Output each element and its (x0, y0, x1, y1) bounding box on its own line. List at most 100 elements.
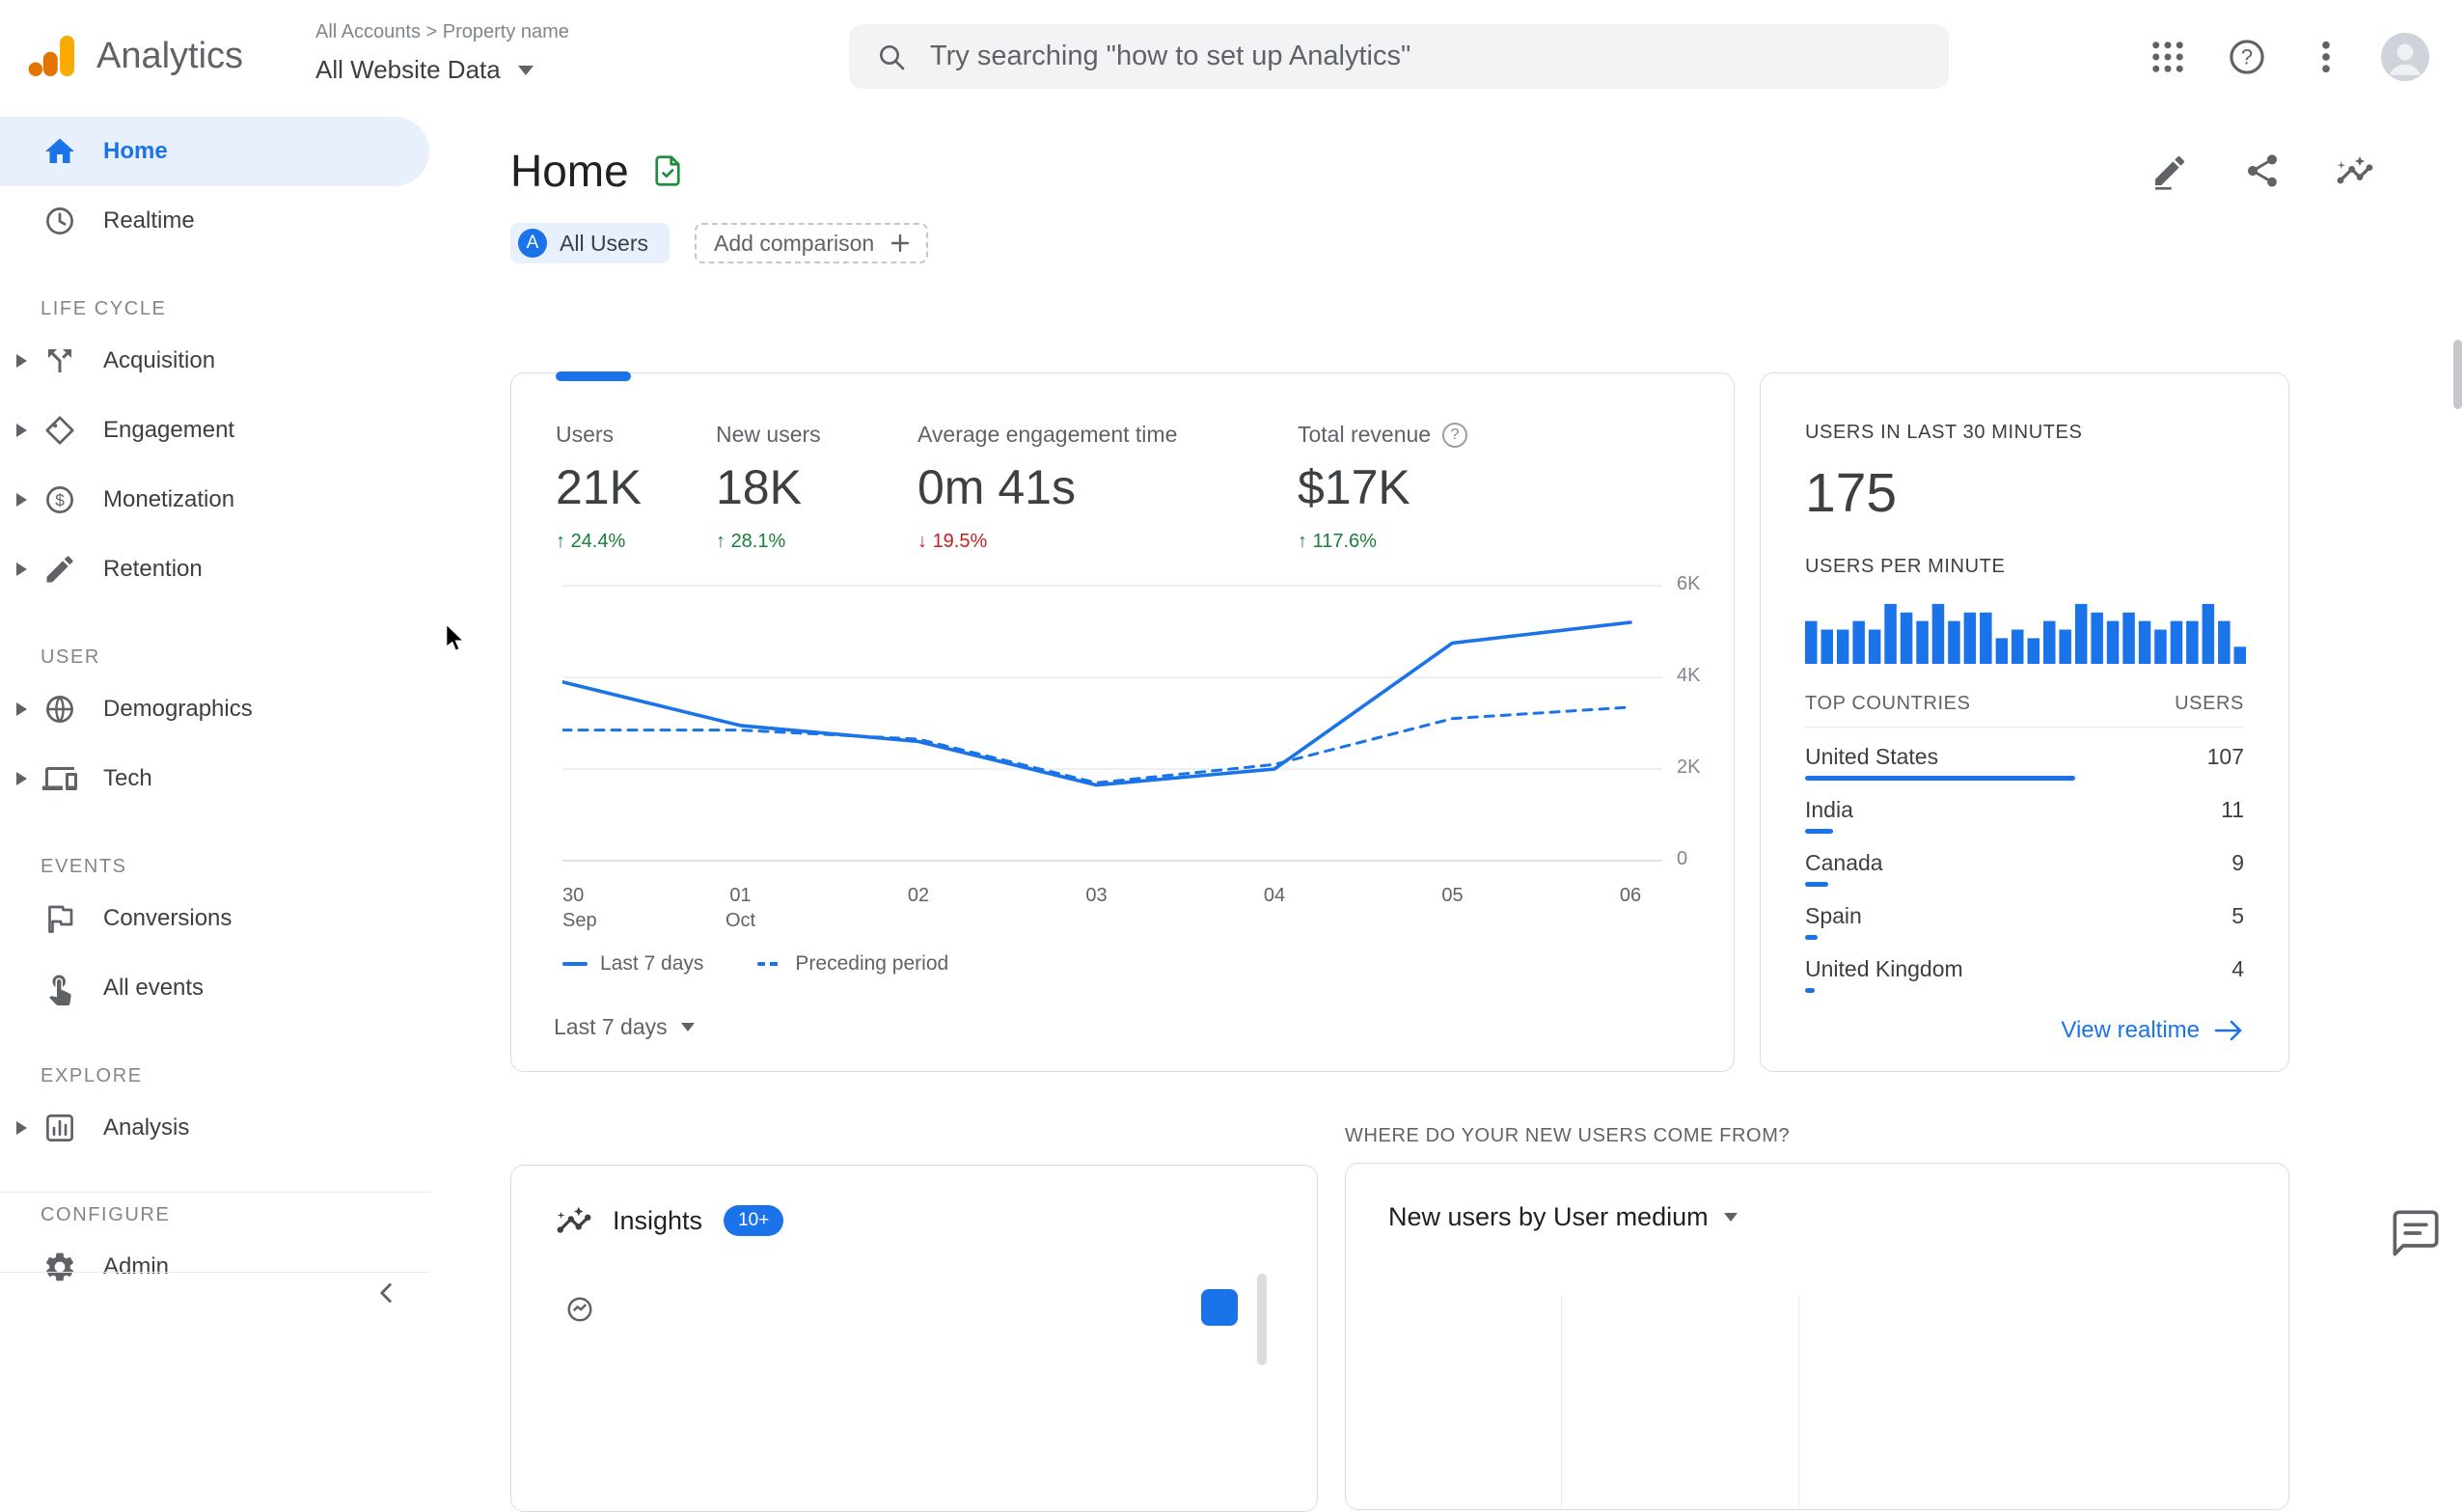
audience-chip[interactable]: A All Users (510, 223, 671, 263)
sidebar-item-retention[interactable]: Retention (0, 535, 429, 604)
sidebar-item-conversions[interactable]: Conversions (0, 884, 429, 953)
sidebar-item-home[interactable]: Home (0, 117, 429, 186)
sidebar-item-monetization[interactable]: $ Monetization (0, 465, 429, 535)
legend-item: Preceding period (757, 952, 948, 976)
country-bar (1805, 882, 1828, 887)
sidebar-item-label: Acquisition (103, 347, 216, 373)
sidebar-item-tech[interactable]: Tech (0, 744, 429, 813)
view-realtime-link[interactable]: View realtime (2061, 1017, 2244, 1044)
expand-arrow-icon[interactable] (0, 493, 42, 507)
y-axis-tick: 4K (1677, 665, 1701, 686)
countries-list: United States 107 India 11 Canada 9 Spain 5 Unit… (1805, 744, 2244, 993)
svg-text:$: $ (55, 490, 65, 509)
app-name: Analytics (96, 35, 244, 76)
sidebar-item-analysis[interactable]: Analysis (0, 1093, 429, 1163)
help-button[interactable]: ? (2223, 33, 2271, 81)
legend-item: Last 7 days (562, 952, 703, 976)
sidebar-item-acquisition[interactable]: Acquisition (0, 326, 429, 396)
sidebar-item-label: Retention (103, 556, 203, 582)
doc-check-icon (650, 153, 685, 188)
date-range-selector[interactable]: Last 7 days (554, 1014, 695, 1040)
metric-value: 21K (556, 460, 642, 514)
country-bar (1805, 988, 1816, 993)
card-tab-indicator[interactable] (556, 371, 631, 381)
more-options-button[interactable] (2302, 33, 2350, 81)
expand-arrow-icon[interactable] (0, 563, 42, 576)
new-users-dimension-selector[interactable]: New users by User medium (1346, 1164, 2288, 1271)
sidebar-item-label: Analysis (103, 1114, 190, 1141)
search-icon (880, 44, 905, 69)
chat-icon (2393, 1210, 2439, 1256)
new-users-section-heading: WHERE DO YOUR NEW USERS COME FROM? (1345, 1125, 1791, 1146)
country-name: Canada (1805, 850, 1883, 875)
chevron-down-icon (680, 1023, 695, 1031)
sidebar-item-demographics[interactable]: Demographics (0, 674, 429, 744)
expand-arrow-icon[interactable] (0, 1121, 42, 1135)
share-icon (2248, 154, 2277, 187)
country-users-value: 11 (2221, 797, 2244, 822)
topbar-actions: ? (2144, 0, 2429, 113)
expand-arrow-icon[interactable] (0, 702, 42, 716)
analytics-logo[interactable]: Analytics (27, 29, 243, 83)
insights-spark-icon (557, 1206, 591, 1233)
engagement-icon (42, 413, 77, 448)
metric-delta: ↑ 117.6% (1298, 531, 1377, 552)
x-axis-tick: 05 (1441, 885, 1464, 906)
sidebar-item-realtime[interactable]: Realtime (0, 186, 429, 256)
sidebar-item-label: All events (103, 975, 205, 1001)
insights-header: Insights 10+ (511, 1166, 1317, 1276)
property-selector[interactable]: All Website Data (315, 55, 569, 85)
apps-grid-icon (2152, 41, 2183, 72)
search-bar[interactable] (849, 24, 1949, 89)
chat-button[interactable] (2391, 1208, 2441, 1258)
sidebar-item-label: Engagement (103, 417, 235, 443)
expand-arrow-icon[interactable] (0, 424, 42, 437)
apps-grid-button[interactable] (2144, 33, 2192, 81)
country-users-value: 4 (2231, 956, 2244, 981)
user-avatar[interactable] (2381, 32, 2429, 81)
collapse-sidebar-button[interactable] (370, 1277, 402, 1306)
monetization-icon: $ (42, 482, 77, 517)
bottom-row: Insights 10+ WHERE DO YOUR NEW USERS COM… (510, 1072, 2464, 1512)
sidebar-item-all-events[interactable]: All events (0, 953, 429, 1023)
audience-avatar: A (518, 229, 547, 258)
insights-scrollbar[interactable] (1257, 1274, 1267, 1365)
country-name: United Kingdom (1805, 956, 1963, 981)
expand-arrow-icon[interactable] (0, 354, 42, 368)
comparison-row: A All Users Add comparison (510, 223, 2464, 263)
country-row: United Kingdom 4 (1805, 956, 2244, 993)
view-realtime-label: View realtime (2061, 1017, 2200, 1043)
acquisition-icon (42, 344, 77, 378)
add-comparison-button[interactable]: Add comparison (695, 223, 929, 263)
insights-partial-button[interactable] (1201, 1289, 1238, 1326)
sidebar-item-label: Monetization (103, 486, 235, 512)
metric-engagement-time: Average engagement time 0m 41s ↓ 19.5% (917, 422, 1177, 553)
account-area: All Accounts > Property name All Website… (315, 21, 569, 85)
trend-up-icon: ↑ (556, 531, 565, 552)
x-axis-labels: 30 Sep 01 Oct 02 03 04 05 06 (562, 883, 1662, 937)
x-axis-tick: 01 Oct (725, 885, 756, 931)
trend-up-icon: ↑ (716, 531, 726, 552)
sidebar-item-label: Conversions (103, 905, 233, 931)
help-circle-icon[interactable]: ? (1442, 422, 1468, 448)
users-line-chart (562, 585, 1662, 862)
x-axis-tick: 06 (1619, 885, 1642, 906)
realtime-users-value: 175 (1805, 462, 1898, 524)
page-scrollbar[interactable] (2453, 340, 2462, 409)
realtime-card: USERS IN LAST 30 MINUTES 175 USERS PER M… (1760, 372, 2289, 1072)
search-input[interactable] (930, 41, 1922, 72)
sidebar-section-life-cycle: LIFE CYCLE (41, 298, 167, 319)
more-options-icon (2322, 41, 2330, 72)
country-bar (1805, 829, 1833, 834)
expand-arrow-icon[interactable] (0, 772, 42, 785)
insights-button[interactable] (2331, 147, 2379, 195)
metric-delta: ↑ 24.4% (556, 531, 626, 552)
sidebar-item-engagement[interactable]: Engagement (0, 396, 429, 465)
trend-up-icon: ↑ (1298, 531, 1307, 552)
share-button[interactable] (2238, 147, 2286, 195)
help-icon: ? (2230, 39, 2264, 74)
insights-badge[interactable]: 10+ (724, 1205, 784, 1236)
customize-report-button[interactable] (2146, 147, 2194, 195)
cards-row: Users 21K ↑ 24.4% New users 18K ↑ 28.1% … (510, 371, 2464, 1072)
legend-label: Last 7 days (600, 952, 704, 975)
